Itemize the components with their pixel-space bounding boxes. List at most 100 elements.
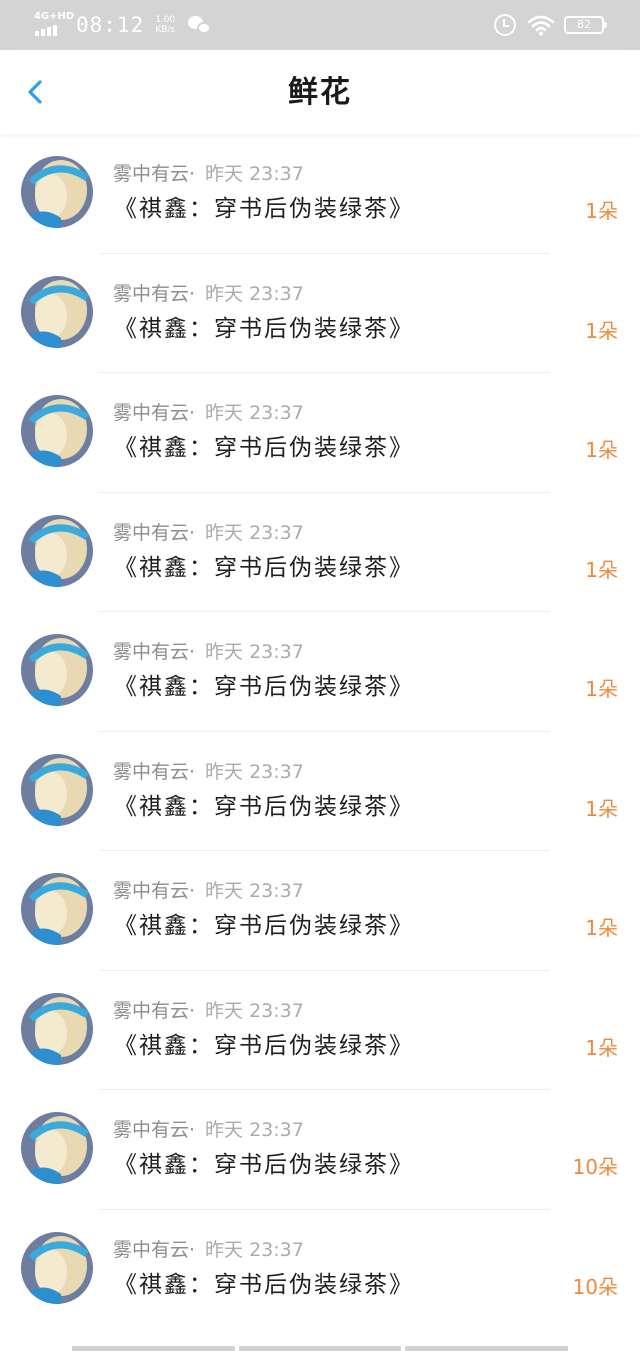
signal-icon: 4G+HD <box>34 12 74 38</box>
flower-count: 10朵 <box>572 1155 618 1179</box>
flower-count: 1朵 <box>585 199 618 223</box>
flower-count: 1朵 <box>585 318 618 343</box>
avatar-image <box>21 1231 93 1304</box>
avatar-image <box>21 395 93 467</box>
avatar-image <box>21 992 93 1065</box>
strip-segment <box>72 1346 235 1351</box>
sender-name[interactable]: 雾中有云· <box>113 1119 195 1141</box>
avatar[interactable] <box>21 395 93 467</box>
list-item[interactable]: 雾中有云· 昨天 23:37 《祺鑫：穿书后伪装绿茶》 1朵 <box>0 971 640 1090</box>
avatar-image <box>21 753 93 826</box>
list-item[interactable]: 雾中有云· 昨天 23:37 《祺鑫：穿书后伪装绿茶》 1朵 <box>0 493 640 612</box>
avatar-image <box>21 514 93 587</box>
sender-name[interactable]: 雾中有云· <box>113 761 195 783</box>
strip-segment <box>238 1346 402 1351</box>
sender-name[interactable]: 雾中有云· <box>113 163 195 185</box>
flower-count: 1朵 <box>585 438 618 462</box>
list-item[interactable]: 雾中有云· 昨天 23:37 《祺鑫：穿书后伪装绿茶》 10朵 <box>0 1210 640 1330</box>
status-left: 4G+HD 08:12 1.00 KB/s <box>34 10 212 40</box>
battery-icon: 82 <box>564 16 607 34</box>
avatar[interactable] <box>21 873 93 945</box>
sender-line: 雾中有云· 昨天 23:37 <box>113 760 304 784</box>
list-item[interactable]: 雾中有云· 昨天 23:37 《祺鑫：穿书后伪装绿茶》 10朵 <box>0 1090 640 1210</box>
book-title: 《祺鑫：穿书后伪装绿茶》 <box>114 1032 414 1059</box>
send-time: 昨天 23:37 <box>205 999 304 1022</box>
sender-name[interactable]: 雾中有云· <box>113 283 195 305</box>
avatar[interactable] <box>21 514 93 587</box>
flower-count: 1朵 <box>585 677 618 701</box>
send-time: 昨天 23:37 <box>205 163 304 185</box>
sender-line: 雾中有云· 昨天 23:37 <box>113 521 304 545</box>
network-speed-unit: KB/s <box>155 25 176 35</box>
avatar-image <box>21 275 93 348</box>
avatar-image <box>21 634 93 706</box>
avatar[interactable] <box>21 634 93 706</box>
list-item[interactable]: 雾中有云· 昨天 23:37 《祺鑫：穿书后伪装绿茶》 1朵 <box>0 254 640 373</box>
book-title: 《祺鑫：穿书后伪装绿茶》 <box>114 793 414 820</box>
sender-name[interactable]: 雾中有云· <box>113 522 195 544</box>
sender-line: 雾中有云· 昨天 23:37 <box>113 282 304 306</box>
page-title: 鲜花 <box>288 75 352 110</box>
network-speed-value: 1.00 <box>155 15 176 25</box>
book-title: 《祺鑫：穿书后伪装绿茶》 <box>114 913 414 939</box>
bottom-tab-strip <box>72 1346 569 1351</box>
wifi-icon <box>528 15 554 36</box>
send-time: 昨天 23:37 <box>205 402 304 424</box>
book-title: 《祺鑫：穿书后伪装绿茶》 <box>114 1271 414 1298</box>
book-title: 《祺鑫：穿书后伪装绿茶》 <box>114 674 414 700</box>
list-item[interactable]: 雾中有云· 昨天 23:37 《祺鑫：穿书后伪装绿茶》 1朵 <box>0 134 640 254</box>
book-title: 《祺鑫：穿书后伪装绿茶》 <box>114 435 414 461</box>
avatar[interactable] <box>21 1231 93 1304</box>
sender-line: 雾中有云· 昨天 23:37 <box>113 999 304 1023</box>
sender-line: 雾中有云· 昨天 23:37 <box>113 162 304 186</box>
avatar[interactable] <box>21 1112 93 1184</box>
alarm-icon <box>494 14 516 36</box>
sender-line: 雾中有云· 昨天 23:37 <box>113 879 304 903</box>
avatar[interactable] <box>21 275 93 348</box>
list-item[interactable]: 雾中有云· 昨天 23:37 《祺鑫：穿书后伪装绿茶》 1朵 <box>0 612 640 732</box>
sender-name[interactable]: 雾中有云· <box>113 1000 195 1022</box>
header: 鲜花 <box>0 50 640 134</box>
list-item[interactable]: 雾中有云· 昨天 23:37 《祺鑫：穿书后伪装绿茶》 1朵 <box>0 732 640 851</box>
book-title: 《祺鑫：穿书后伪装绿茶》 <box>114 315 414 342</box>
send-time: 昨天 23:37 <box>205 1238 304 1261</box>
sender-name[interactable]: 雾中有云· <box>113 402 195 424</box>
sender-line: 雾中有云· 昨天 23:37 <box>113 401 304 425</box>
sender-line: 雾中有云· 昨天 23:37 <box>113 640 304 664</box>
avatar-image <box>21 156 93 228</box>
avatar[interactable] <box>21 753 93 826</box>
flower-count: 1朵 <box>585 557 618 582</box>
avatar[interactable] <box>21 992 93 1065</box>
flower-count: 1朵 <box>585 796 618 821</box>
send-time: 昨天 23:37 <box>205 1119 304 1141</box>
sender-name[interactable]: 雾中有云· <box>113 1239 195 1261</box>
send-time: 昨天 23:37 <box>205 760 304 783</box>
network-type: 4G+HD <box>34 11 75 22</box>
battery-level: 82 <box>577 18 591 31</box>
flower-count: 1朵 <box>585 1035 618 1060</box>
send-time: 昨天 23:37 <box>205 880 304 902</box>
sender-name[interactable]: 雾中有云· <box>113 880 195 902</box>
avatar[interactable] <box>21 156 93 228</box>
flower-count: 1朵 <box>585 916 618 940</box>
sender-line: 雾中有云· 昨天 23:37 <box>113 1238 304 1262</box>
strip-segment <box>405 1346 569 1351</box>
sender-name[interactable]: 雾中有云· <box>113 641 195 663</box>
sender-line: 雾中有云· 昨天 23:37 <box>113 1118 304 1142</box>
wechat-icon <box>188 15 212 35</box>
avatar-image <box>21 1112 93 1184</box>
status-right: 82 <box>494 12 607 38</box>
send-time: 昨天 23:37 <box>205 641 304 663</box>
book-title: 《祺鑫：穿书后伪装绿茶》 <box>114 1152 414 1178</box>
flower-count: 10朵 <box>572 1274 618 1299</box>
status-bar: 4G+HD 08:12 1.00 KB/s 82 <box>0 0 640 50</box>
send-time: 昨天 23:37 <box>205 521 304 544</box>
network-speed: 1.00 KB/s <box>152 15 178 35</box>
send-time: 昨天 23:37 <box>205 282 304 305</box>
book-title: 《祺鑫：穿书后伪装绿茶》 <box>114 554 414 581</box>
avatar-image <box>21 873 93 945</box>
list-item[interactable]: 雾中有云· 昨天 23:37 《祺鑫：穿书后伪装绿茶》 1朵 <box>0 851 640 971</box>
list-item[interactable]: 雾中有云· 昨天 23:37 《祺鑫：穿书后伪装绿茶》 1朵 <box>0 373 640 493</box>
status-time: 08:12 <box>76 13 145 37</box>
flower-list: 雾中有云· 昨天 23:37 《祺鑫：穿书后伪装绿茶》 1朵 雾中有云· 昨天 23… <box>0 134 640 1329</box>
